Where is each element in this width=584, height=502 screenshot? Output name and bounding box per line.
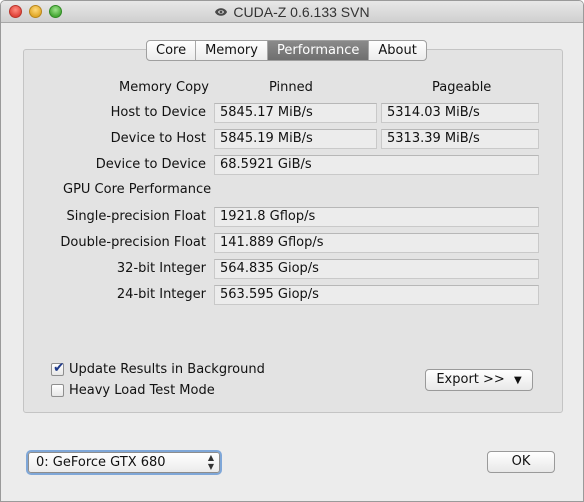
int24-label: 24-bit Integer xyxy=(116,287,206,302)
gpu-core-performance-heading: GPU Core Performance xyxy=(63,182,212,197)
double-precision-label: Double-precision Float xyxy=(60,235,206,250)
single-precision-label: Single-precision Float xyxy=(66,209,206,224)
performance-panel: Memory Copy Pinned Pageable Host to Devi… xyxy=(23,49,563,413)
tab-memory[interactable]: Memory xyxy=(196,41,268,60)
tab-bar: Core Memory Performance About xyxy=(146,40,427,61)
device-to-host-pageable-value: 5313.39 MiB/s xyxy=(381,129,539,149)
device-to-host-label: Device to Host xyxy=(110,131,206,146)
host-to-device-pinned-value: 5845.17 MiB/s xyxy=(214,103,377,123)
update-background-checkbox[interactable]: ✔ xyxy=(51,360,65,376)
device-select[interactable]: 0: GeForce GTX 680 ▲ ▼ xyxy=(28,452,220,473)
cuda-logo-icon xyxy=(215,8,228,16)
tab-about[interactable]: About xyxy=(369,41,425,60)
memory-copy-heading: Memory Copy xyxy=(119,80,209,95)
device-to-device-label: Device to Device xyxy=(95,157,206,172)
ok-button[interactable]: OK xyxy=(487,451,555,473)
cuda-z-window: CUDA-Z 0.6.133 SVN Core Memory Performan… xyxy=(0,0,584,502)
window-title: CUDA-Z 0.6.133 SVN xyxy=(233,4,370,20)
int32-value: 564.835 Giop/s xyxy=(214,259,539,279)
host-to-device-label: Host to Device xyxy=(110,105,206,120)
pageable-header: Pageable xyxy=(432,80,492,95)
title-container: CUDA-Z 0.6.133 SVN xyxy=(1,1,583,23)
checkmark-icon: ✔ xyxy=(53,360,65,376)
single-precision-value: 1921.8 Gflop/s xyxy=(214,207,539,227)
update-background-label[interactable]: Update Results in Background xyxy=(69,362,265,377)
up-down-arrows-icon: ▲ ▼ xyxy=(207,453,214,471)
double-precision-value: 141.889 Gflop/s xyxy=(214,233,539,253)
tab-performance[interactable]: Performance xyxy=(267,41,370,60)
dropdown-arrow-icon: ▼ xyxy=(513,375,522,386)
host-to-device-pageable-value: 5314.03 MiB/s xyxy=(381,103,539,123)
tab-core[interactable]: Core xyxy=(147,41,197,60)
heavy-load-label[interactable]: Heavy Load Test Mode xyxy=(69,383,215,398)
pinned-header: Pinned xyxy=(269,80,313,95)
heavy-load-checkbox[interactable] xyxy=(51,384,64,397)
export-button[interactable]: Export >> ▼ xyxy=(425,369,533,391)
device-select-value: 0: GeForce GTX 680 xyxy=(36,455,166,470)
int32-label: 32-bit Integer xyxy=(116,261,206,276)
int24-value: 563.595 Giop/s xyxy=(214,285,539,305)
device-to-device-value: 68.5921 GiB/s xyxy=(214,155,539,175)
export-button-label: Export >> xyxy=(436,372,505,387)
device-to-host-pinned-value: 5845.19 MiB/s xyxy=(214,129,377,149)
title-bar[interactable]: CUDA-Z 0.6.133 SVN xyxy=(1,1,583,23)
